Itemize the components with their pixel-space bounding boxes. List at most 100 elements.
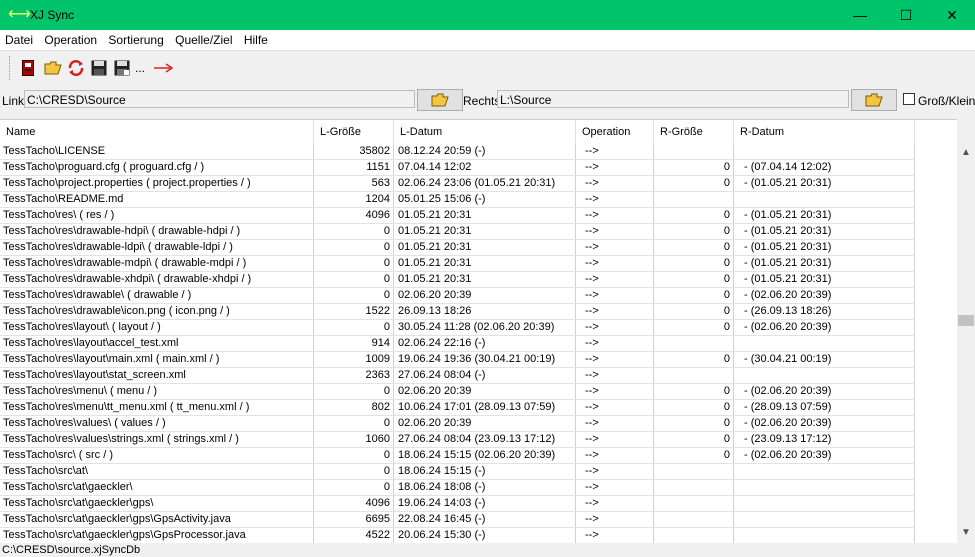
app-window: ⟷ XJ Sync — ☐ ✕ Datei Operation Sortieru…	[0, 0, 975, 557]
left-path-field[interactable]: C:\CRESD\Source	[24, 90, 415, 108]
menu-sortierung[interactable]: Sortierung	[103, 30, 166, 47]
cell-r-size: 0	[654, 384, 734, 399]
column-header-r-size[interactable]: R-Größe	[654, 120, 734, 144]
table-row[interactable]: TessTacho\res\layout\stat_screen.xml 2363…	[0, 368, 915, 384]
cell-l-date: 18.06.24 18:08 (-)	[394, 480, 576, 495]
cell-r-size	[654, 480, 734, 495]
cell-l-date: 02.06.24 22:16 (-)	[394, 336, 576, 351]
cell-l-date: 18.06.24 15:15 (-)	[394, 464, 576, 479]
table-row[interactable]: TessTacho\res\drawable\icon.png ( icon.p…	[0, 304, 915, 320]
scroll-thumb[interactable]	[958, 315, 974, 326]
case-sensitive-checkbox[interactable]	[903, 93, 915, 105]
cell-operation: -->	[576, 352, 654, 367]
column-header-l-size[interactable]: L-Größe	[314, 120, 394, 144]
close-button[interactable]: ✕	[929, 0, 975, 30]
table-row[interactable]: TessTacho\res\menu\tt_menu.xml ( tt_menu…	[0, 400, 915, 416]
cell-l-date: 27.06.24 08:04 (23.09.13 17:12)	[394, 432, 576, 447]
table-row[interactable]: TessTacho\res\drawable-hdpi\ ( drawable-…	[0, 224, 915, 240]
cell-name: TessTacho\src\at\gaeckler\gps\GpsActivit…	[0, 512, 314, 527]
table-row[interactable]: TessTacho\res\values\strings.xml ( strin…	[0, 432, 915, 448]
table-row[interactable]: TessTacho\src\at\gaeckler\gps\ 4096 19.06.…	[0, 496, 915, 512]
cell-l-size: 2363	[314, 368, 394, 383]
cell-r-size: 0	[654, 352, 734, 367]
cell-l-date: 01.05.21 20:31	[394, 224, 576, 239]
save-as-icon[interactable]	[113, 59, 131, 77]
cell-l-size: 563	[314, 176, 394, 191]
cell-name: TessTacho\res\drawable-ldpi\ ( drawable-…	[0, 240, 314, 255]
open-folder-icon[interactable]	[44, 59, 62, 77]
right-browse-button[interactable]	[851, 89, 897, 111]
cell-r-date: - (28.09.13 07:59)	[734, 400, 915, 415]
table-row[interactable]: TessTacho\src\at\gaeckler\gps\GpsActivit…	[0, 512, 915, 528]
refresh-icon[interactable]	[67, 59, 85, 77]
table-row[interactable]: TessTacho\src\at\ 0 18.06.24 15:15 (-) -->	[0, 464, 915, 480]
cell-r-size	[654, 464, 734, 479]
column-header-name[interactable]: Name	[0, 120, 314, 144]
cell-operation: -->	[576, 256, 654, 271]
cell-r-size: 0	[654, 304, 734, 319]
table-row[interactable]: TessTacho\res\drawable-xhdpi\ ( drawable…	[0, 272, 915, 288]
table-row[interactable]: TessTacho\res\drawable\ ( drawable / ) 0 0…	[0, 288, 915, 304]
status-bar: C:\CRESD\source.xjSyncDb	[0, 543, 975, 557]
more-icon[interactable]: ...	[133, 59, 147, 77]
table-row[interactable]: TessTacho\src\at\gaeckler\gps\GpsProcess…	[0, 528, 915, 544]
cell-l-date: 02.06.20 20:39	[394, 384, 576, 399]
cell-l-date: 27.06.24 08:04 (-)	[394, 368, 576, 383]
device-icon[interactable]	[19, 59, 37, 77]
table-row[interactable]: TessTacho\res\menu\ ( menu / ) 0 02.06.20 …	[0, 384, 915, 400]
cell-l-size: 1522	[314, 304, 394, 319]
cell-l-date: 10.06.24 17:01 (28.09.13 07:59)	[394, 400, 576, 415]
table-row[interactable]: TessTacho\LICENSE 35802 08.12.24 20:59 (-)…	[0, 144, 915, 160]
cell-l-date: 01.05.21 20:31	[394, 272, 576, 287]
table-row[interactable]: TessTacho\res\drawable-ldpi\ ( drawable-…	[0, 240, 915, 256]
title-bar[interactable]: ⟷ XJ Sync — ☐ ✕	[0, 0, 975, 30]
scroll-up-icon[interactable]: ▲	[961, 147, 971, 158]
table-row[interactable]: TessTacho\res\drawable-mdpi\ ( drawable-…	[0, 256, 915, 272]
column-header-operation[interactable]: Operation	[576, 120, 654, 144]
cell-r-date: - (07.04.14 12:02)	[734, 160, 915, 175]
cell-r-size	[654, 496, 734, 511]
cell-l-date: 05.01.25 15:06 (-)	[394, 192, 576, 207]
table-row[interactable]: TessTacho\res\ ( res / ) 4096 01.05.21 20:…	[0, 208, 915, 224]
table-row[interactable]: TessTacho\src\ ( src / ) 0 18.06.24 15:15 …	[0, 448, 915, 464]
menu-operation[interactable]: Operation	[39, 30, 100, 47]
menu-datei[interactable]: Datei	[0, 30, 36, 47]
cell-r-date	[734, 464, 915, 479]
column-header-r-date[interactable]: R-Datum	[734, 120, 915, 144]
table-row[interactable]: TessTacho\res\values\ ( values / ) 0 02.06…	[0, 416, 915, 432]
cell-l-size: 0	[314, 320, 394, 335]
scroll-down-icon[interactable]: ▼	[961, 527, 971, 538]
right-path-field[interactable]: L:\Source	[497, 90, 849, 108]
execute-arrow-icon[interactable]	[152, 59, 174, 77]
cell-operation: -->	[576, 400, 654, 415]
menu-hilfe[interactable]: Hilfe	[239, 30, 271, 47]
cell-l-date: 19.06.24 14:03 (-)	[394, 496, 576, 511]
table-row[interactable]: TessTacho\res\layout\accel_test.xml 914 02…	[0, 336, 915, 352]
cell-name: TessTacho\res\drawable-hdpi\ ( drawable-…	[0, 224, 314, 239]
toolbar-grip[interactable]	[9, 56, 12, 80]
menu-quelle-ziel[interactable]: Quelle/Ziel	[170, 30, 235, 47]
cell-operation: -->	[576, 288, 654, 303]
cell-l-date: 01.05.21 20:31	[394, 240, 576, 255]
vertical-scrollbar[interactable]: ▲ ▼	[957, 119, 975, 543]
cell-r-date: - (02.06.20 20:39)	[734, 416, 915, 431]
table-row[interactable]: TessTacho\proguard.cfg ( proguard.cfg / …	[0, 160, 915, 176]
table-row[interactable]: TessTacho\src\at\gaeckler\ 0 18.06.24 18:0…	[0, 480, 915, 496]
table-row[interactable]: TessTacho\project.properties ( project.p…	[0, 176, 915, 192]
table-row[interactable]: TessTacho\README.md 1204 05.01.25 15:06 (-…	[0, 192, 915, 208]
cell-l-date: 07.04.14 12:02	[394, 160, 576, 175]
path-bar: Links C:\CRESD\Source Rechts L:\Source G…	[0, 86, 975, 114]
cell-name: TessTacho\res\values\ ( values / )	[0, 416, 314, 431]
cell-l-size: 1204	[314, 192, 394, 207]
save-icon[interactable]	[90, 59, 108, 77]
table-body: TessTacho\LICENSE 35802 08.12.24 20:59 (-)…	[0, 144, 915, 544]
table-row[interactable]: TessTacho\res\layout\main.xml ( main.xml…	[0, 352, 915, 368]
maximize-button[interactable]: ☐	[883, 0, 929, 30]
table-row[interactable]: TessTacho\res\layout\ ( layout / ) 0 30.05…	[0, 320, 915, 336]
cell-r-size: 0	[654, 416, 734, 431]
cell-l-size: 0	[314, 240, 394, 255]
left-browse-button[interactable]	[417, 89, 463, 111]
minimize-button[interactable]: —	[837, 0, 883, 30]
column-header-l-date[interactable]: L-Datum	[394, 120, 576, 144]
cell-r-size: 0	[654, 272, 734, 287]
